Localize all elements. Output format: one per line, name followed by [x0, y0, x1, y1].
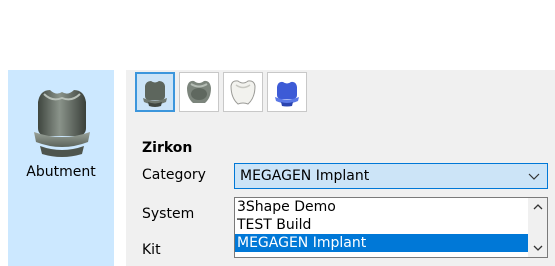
scrollbar-track[interactable] [529, 216, 547, 239]
kit-label: Kit [142, 242, 161, 258]
category-options: 3Shape Demo TEST Build MEGAGEN Implant [235, 198, 530, 252]
category-dropdown-list[interactable]: 3Shape Demo TEST Build MEGAGEN Implant [234, 197, 548, 258]
crown-blue-thumb[interactable] [267, 72, 307, 112]
material-title: Zirkon [142, 140, 193, 156]
dropdown-scrollbar[interactable] [528, 198, 547, 257]
category-option-test-build[interactable]: TEST Build [235, 216, 530, 234]
material-thumbnails [135, 72, 307, 112]
crown-gray-thumb[interactable] [179, 72, 219, 112]
chevron-down-icon[interactable] [525, 167, 543, 185]
category-label: Category [142, 167, 206, 183]
category-option-megagen-implant[interactable]: MEGAGEN Implant [235, 234, 530, 252]
category-option-3shape-demo[interactable]: 3Shape Demo [235, 198, 530, 216]
abutment-thumb[interactable] [135, 72, 175, 112]
properties-panel: Zirkon Category System Kit MEGAGEN Impla… [126, 70, 555, 266]
abutment-thumb-icon [143, 81, 167, 107]
abutment-label: Abutment [26, 164, 96, 180]
scroll-down-icon[interactable] [529, 239, 547, 257]
category-combobox[interactable]: MEGAGEN Implant [234, 163, 548, 189]
abutment-tile[interactable]: Abutment [8, 70, 114, 266]
system-label: System [142, 206, 195, 222]
category-combo-value: MEGAGEN Implant [240, 168, 370, 184]
crown-white-thumb-icon [230, 80, 256, 105]
crown-white-thumb[interactable] [223, 72, 263, 112]
crown-blue-thumb-icon [275, 81, 299, 107]
implant-selector-dialog: Abutment Zirkon Category System Kit MEGA… [0, 0, 555, 266]
scroll-up-icon[interactable] [529, 198, 547, 216]
crown-gray-thumb-icon [187, 80, 211, 103]
abutment-icon [30, 82, 94, 162]
